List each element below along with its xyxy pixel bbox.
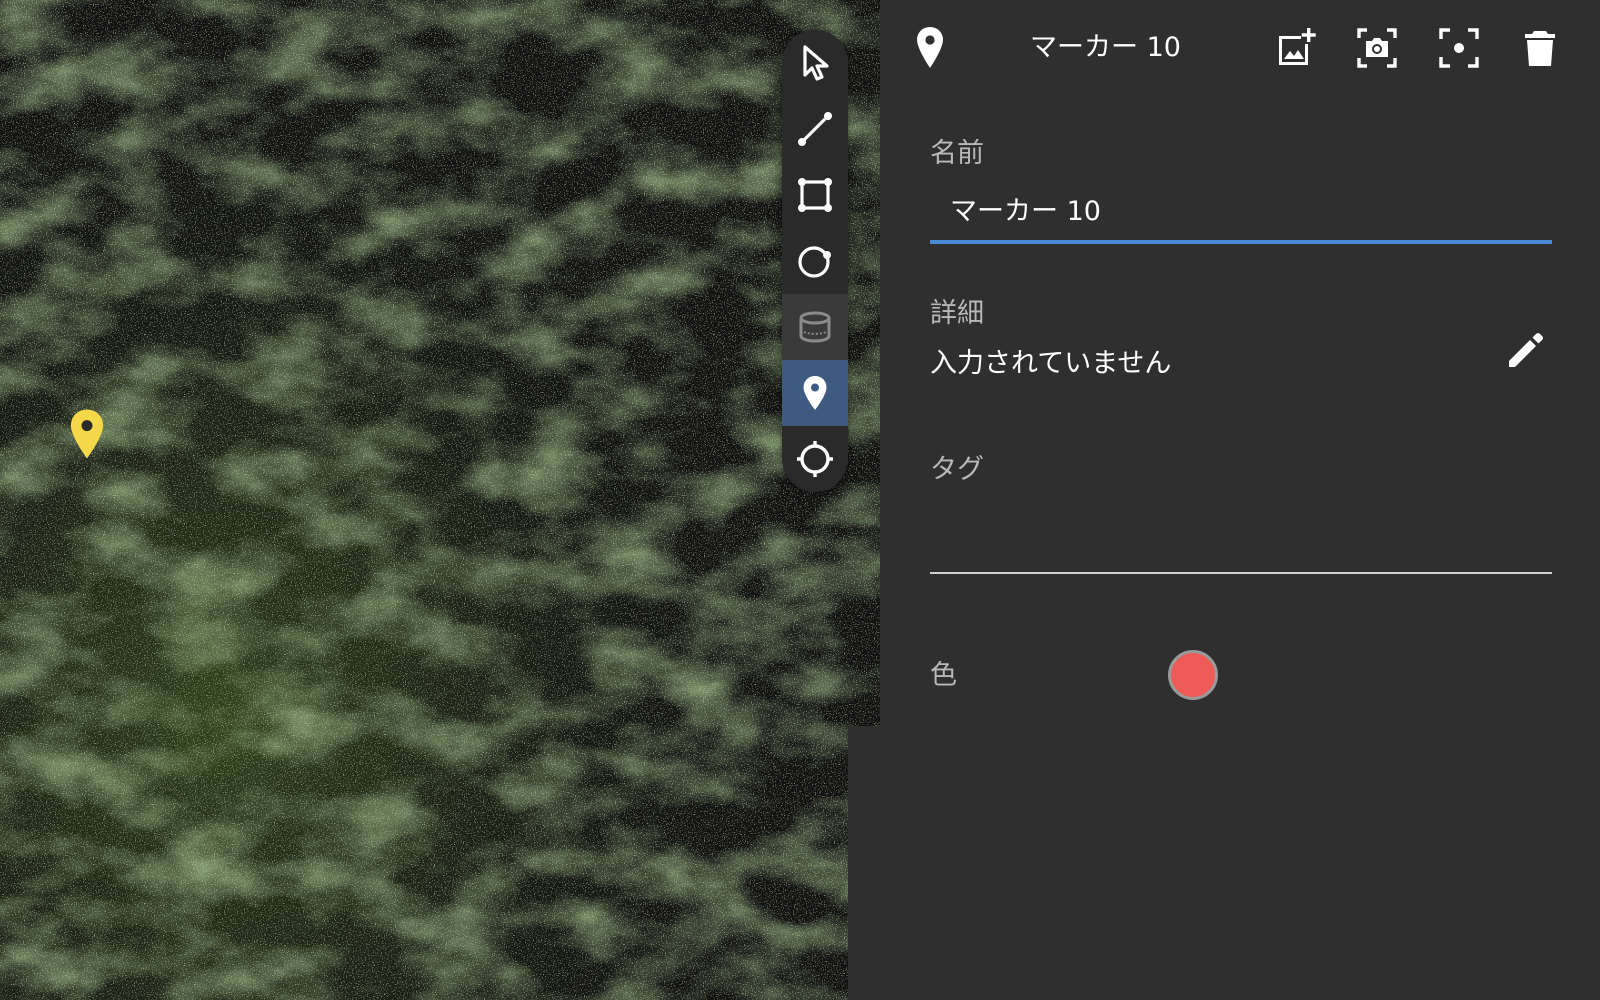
trash-icon: [1525, 31, 1555, 66]
cylinder-icon: [799, 311, 831, 343]
circle-tool[interactable]: [782, 228, 848, 294]
point-cloud-render: [0, 0, 880, 1000]
tool-palette: [782, 30, 848, 492]
add-image-button[interactable]: [1272, 24, 1320, 72]
marker-pin-icon: [910, 24, 950, 72]
name-input[interactable]: [930, 184, 1552, 240]
line-tool[interactable]: [782, 96, 848, 162]
volume-tool[interactable]: [782, 294, 848, 360]
circle-point-icon: [798, 246, 831, 278]
tag-input[interactable]: [930, 500, 1552, 574]
camera-icon: [1357, 28, 1397, 68]
crosshair-tool[interactable]: [782, 426, 848, 492]
marker-pin-icon: [803, 376, 827, 410]
viewport-marker-pin-icon[interactable]: [68, 408, 106, 460]
select-tool[interactable]: [782, 30, 848, 96]
pencil-icon: [1509, 333, 1543, 367]
tag-label: タグ: [930, 454, 984, 485]
marker-title: マーカー 10: [1030, 32, 1181, 63]
name-field: [930, 184, 1552, 244]
color-swatch[interactable]: [1168, 650, 1218, 700]
color-label: 色: [930, 660, 957, 691]
center-focus-icon: [1439, 28, 1479, 68]
screenshot-button[interactable]: [1353, 24, 1401, 72]
cursor-arrow-icon: [803, 45, 829, 81]
point-cloud-viewport[interactable]: [0, 0, 880, 1000]
edit-detail-button[interactable]: [1500, 324, 1552, 376]
panel-header: マーカー 10: [880, 0, 1600, 96]
marker-tool[interactable]: [782, 360, 848, 426]
delete-button[interactable]: [1516, 24, 1564, 72]
marker-properties-panel: マーカー 10 名前 マーカー 10 詳細 入力されていません タグ 色: [880, 0, 1600, 1000]
line-segment-icon: [798, 112, 832, 146]
detail-label: 詳細: [930, 298, 984, 329]
name-input-focus-underline: [930, 240, 1552, 244]
image-add-icon: [1279, 28, 1316, 65]
focus-button[interactable]: [1435, 24, 1483, 72]
rectangle-vertices-icon: [798, 178, 832, 212]
detail-value: 入力されていません: [930, 348, 1172, 379]
crosshair-icon: [797, 441, 833, 477]
viewport-edge: [848, 726, 880, 1000]
name-label: 名前: [930, 138, 984, 169]
rectangle-tool[interactable]: [782, 162, 848, 228]
